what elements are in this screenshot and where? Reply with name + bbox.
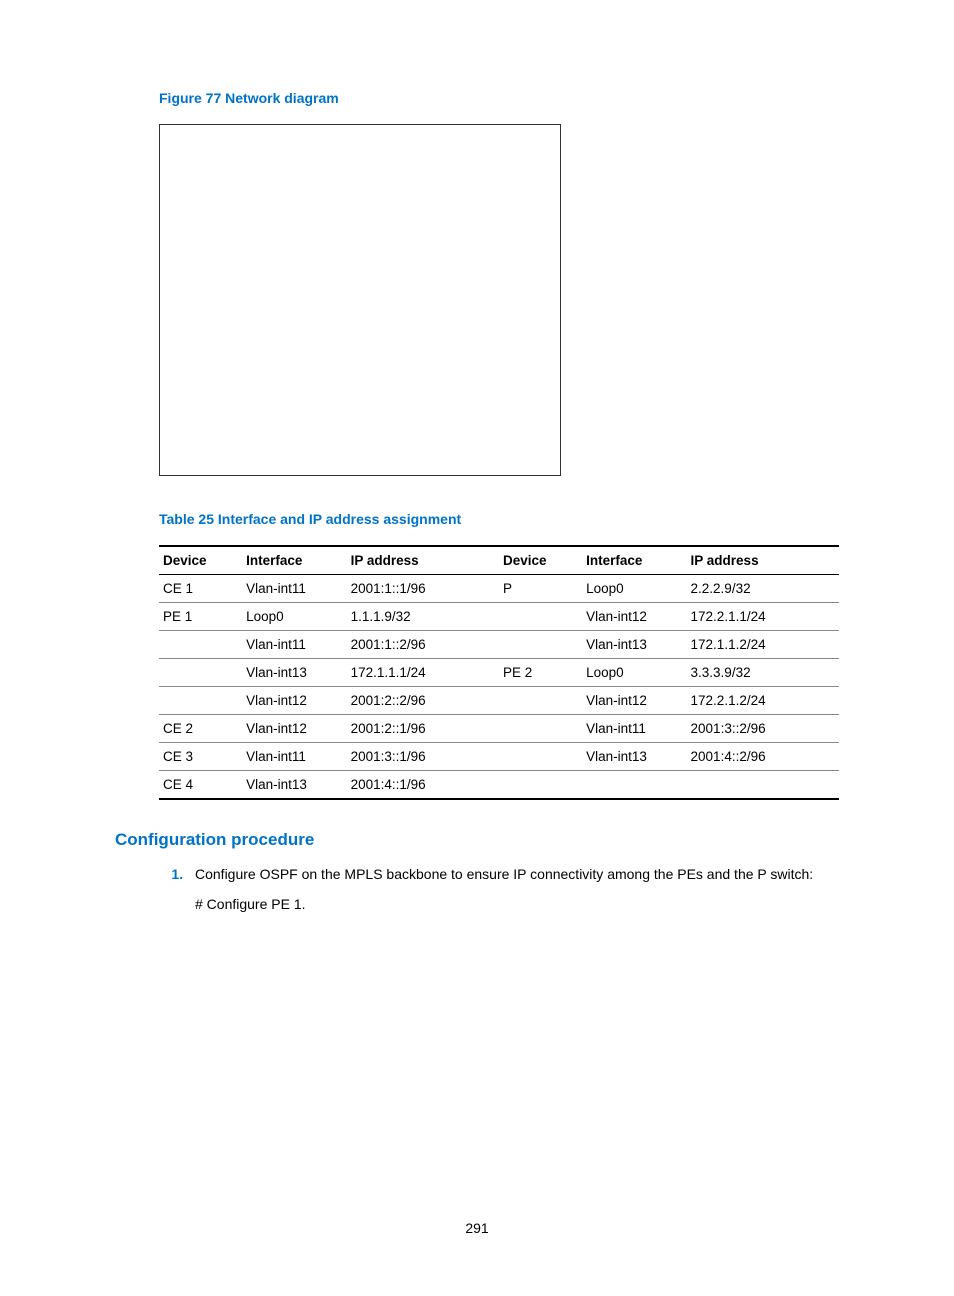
table-row: CE 2 Vlan-int12 2001:2::1/96 Vlan-int11 … <box>159 715 839 743</box>
cell-ip: 2001:1::1/96 <box>347 575 499 603</box>
ip-assignment-table: Device Interface IP address Device Inter… <box>159 545 839 800</box>
th-ip-2: IP address <box>687 546 839 575</box>
cell-interface: Vlan-int11 <box>582 715 686 743</box>
th-device-2: Device <box>499 546 582 575</box>
cell-device <box>499 687 582 715</box>
cell-ip: 2001:4::1/96 <box>347 771 499 800</box>
cell-interface: Loop0 <box>582 659 686 687</box>
cell-device <box>499 631 582 659</box>
cell-ip: 2001:3::2/96 <box>687 715 839 743</box>
th-interface-1: Interface <box>242 546 346 575</box>
cell-ip: 172.2.1.1/24 <box>687 603 839 631</box>
cell-interface: Vlan-int13 <box>582 743 686 771</box>
table-row: CE 4 Vlan-int13 2001:4::1/96 <box>159 771 839 800</box>
th-device-1: Device <box>159 546 242 575</box>
th-ip-1: IP address <box>347 546 499 575</box>
procedure-step: Configure OSPF on the MPLS backbone to e… <box>187 864 839 915</box>
cell-interface: Vlan-int12 <box>582 687 686 715</box>
cell-ip: 2.2.2.9/32 <box>687 575 839 603</box>
cell-device <box>499 715 582 743</box>
cell-interface <box>582 771 686 800</box>
cell-interface: Vlan-int13 <box>242 771 346 800</box>
cell-device: CE 3 <box>159 743 242 771</box>
table-caption: Table 25 Interface and IP address assign… <box>159 511 839 527</box>
cell-ip: 172.1.1.1/24 <box>347 659 499 687</box>
cell-ip <box>687 771 839 800</box>
figure-caption: Figure 77 Network diagram <box>159 90 839 106</box>
page-number: 291 <box>0 1220 954 1236</box>
step-sub: # Configure PE 1. <box>195 894 839 916</box>
cell-device <box>499 603 582 631</box>
cell-ip: 1.1.1.9/32 <box>347 603 499 631</box>
cell-interface: Loop0 <box>582 575 686 603</box>
table-row: CE 1 Vlan-int11 2001:1::1/96 P Loop0 2.2… <box>159 575 839 603</box>
cell-device <box>159 687 242 715</box>
cell-ip: 2001:1::2/96 <box>347 631 499 659</box>
cell-device: CE 1 <box>159 575 242 603</box>
cell-device <box>499 743 582 771</box>
section-heading: Configuration procedure <box>115 830 839 850</box>
cell-interface: Vlan-int11 <box>242 575 346 603</box>
cell-device: CE 4 <box>159 771 242 800</box>
procedure-list: Configure OSPF on the MPLS backbone to e… <box>159 864 839 915</box>
cell-interface: Vlan-int12 <box>242 715 346 743</box>
cell-device <box>499 771 582 800</box>
step-text: Configure OSPF on the MPLS backbone to e… <box>195 866 813 882</box>
cell-device: CE 2 <box>159 715 242 743</box>
table-row: Vlan-int11 2001:1::2/96 Vlan-int13 172.1… <box>159 631 839 659</box>
table-header-row: Device Interface IP address Device Inter… <box>159 546 839 575</box>
table-row: Vlan-int12 2001:2::2/96 Vlan-int12 172.2… <box>159 687 839 715</box>
cell-interface: Loop0 <box>242 603 346 631</box>
table-row: CE 3 Vlan-int11 2001:3::1/96 Vlan-int13 … <box>159 743 839 771</box>
network-diagram-placeholder <box>159 124 561 476</box>
cell-ip: 3.3.3.9/32 <box>687 659 839 687</box>
cell-ip: 2001:3::1/96 <box>347 743 499 771</box>
cell-device <box>159 659 242 687</box>
cell-ip: 172.1.1.2/24 <box>687 631 839 659</box>
table-row: Vlan-int13 172.1.1.1/24 PE 2 Loop0 3.3.3… <box>159 659 839 687</box>
cell-interface: Vlan-int11 <box>242 631 346 659</box>
cell-device: PE 2 <box>499 659 582 687</box>
cell-device <box>159 631 242 659</box>
cell-device: P <box>499 575 582 603</box>
cell-interface: Vlan-int11 <box>242 743 346 771</box>
cell-interface: Vlan-int13 <box>242 659 346 687</box>
cell-interface: Vlan-int12 <box>582 603 686 631</box>
cell-interface: Vlan-int13 <box>582 631 686 659</box>
cell-ip: 172.2.1.2/24 <box>687 687 839 715</box>
cell-ip: 2001:4::2/96 <box>687 743 839 771</box>
table-row: PE 1 Loop0 1.1.1.9/32 Vlan-int12 172.2.1… <box>159 603 839 631</box>
cell-ip: 2001:2::2/96 <box>347 687 499 715</box>
cell-device: PE 1 <box>159 603 242 631</box>
cell-interface: Vlan-int12 <box>242 687 346 715</box>
th-interface-2: Interface <box>582 546 686 575</box>
cell-ip: 2001:2::1/96 <box>347 715 499 743</box>
